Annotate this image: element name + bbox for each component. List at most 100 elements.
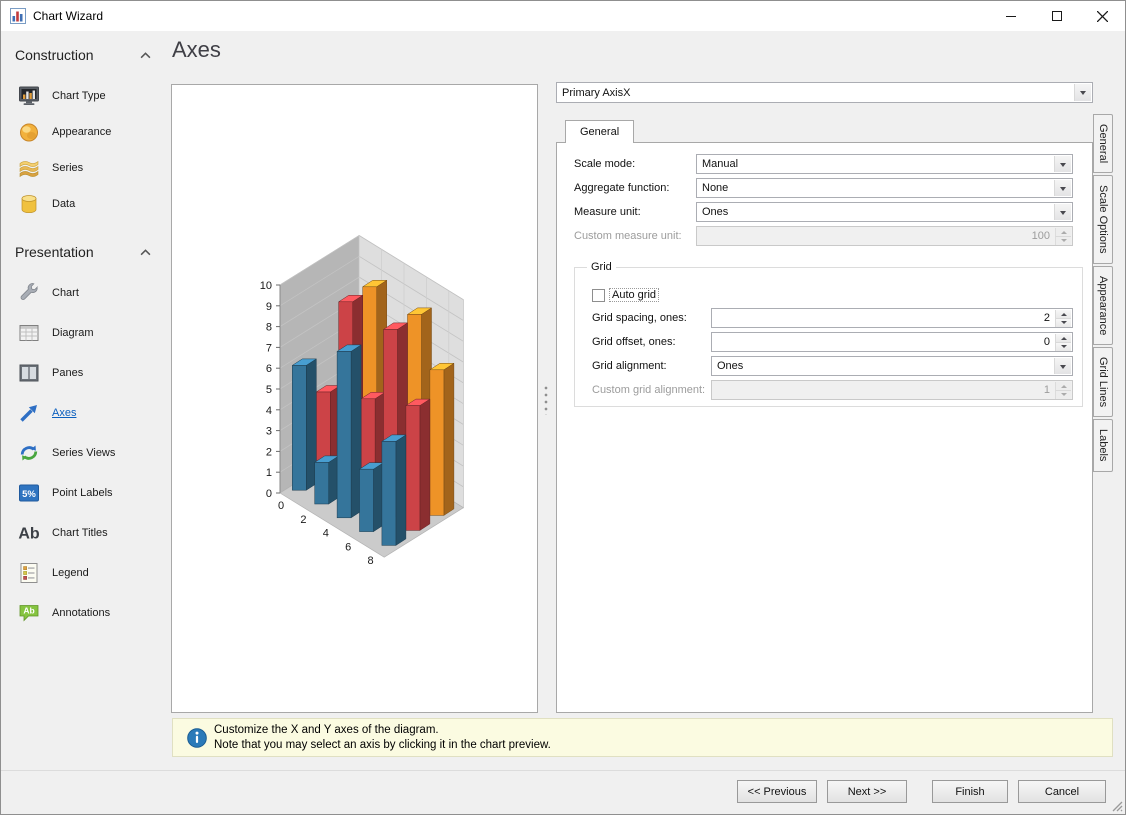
chevron-down-icon[interactable]	[1054, 180, 1071, 196]
chart-type-icon	[19, 86, 39, 105]
sidebar-item-legend[interactable]: Legend	[17, 559, 157, 587]
data-icon	[21, 195, 37, 214]
svg-text:2: 2	[266, 446, 272, 458]
svg-text:8: 8	[266, 322, 272, 334]
sidebar-item-label: Legend	[52, 567, 89, 579]
measure-unit-select[interactable]: Ones	[696, 202, 1073, 222]
measure-unit-label: Measure unit:	[574, 206, 641, 218]
svg-text:Ab: Ab	[23, 606, 34, 616]
sidebar-item-chart-titles[interactable]: Ab Chart Titles	[17, 519, 157, 547]
grid-spacing-value: 2	[1043, 312, 1050, 324]
app-icon	[10, 8, 26, 24]
section-label: Presentation	[15, 244, 94, 260]
auto-grid-checkbox[interactable]	[592, 289, 605, 302]
footer-divider	[1, 770, 1125, 771]
sidebar-item-label: Appearance	[52, 126, 112, 138]
svg-text:8: 8	[368, 555, 374, 567]
vtab-labels[interactable]: Labels	[1093, 419, 1113, 472]
spinner-buttons	[1055, 334, 1071, 351]
chart-preview-svg[interactable]: 0 1 2 3 4 5 6 7 8 9 10 0 2 4 6 8	[172, 85, 537, 712]
svg-text:Ab: Ab	[18, 526, 40, 543]
series-icon	[19, 160, 39, 178]
grid-offset-value: 0	[1043, 336, 1050, 348]
axis-selector-dropdown[interactable]: Primary AxisX	[556, 82, 1093, 103]
minimize-button[interactable]	[988, 1, 1033, 31]
scale-mode-value: Manual	[702, 158, 739, 170]
svg-text:5: 5	[266, 384, 272, 396]
sidebar-item-annotations[interactable]: Ab Annotations	[17, 599, 157, 627]
maximize-button[interactable]	[1034, 1, 1079, 31]
auto-grid-label[interactable]: Auto grid	[609, 288, 660, 302]
sidebar-item-appearance[interactable]: Appearance	[17, 118, 157, 146]
sidebar-section-construction[interactable]: Construction	[15, 45, 151, 65]
spin-up-button	[1055, 382, 1071, 390]
spin-down-button	[1055, 390, 1071, 399]
sidebar-item-data[interactable]: Data	[17, 190, 157, 218]
spin-up-button[interactable]	[1055, 310, 1071, 318]
point-labels-icon: 5%	[19, 484, 39, 502]
sidebar-item-series[interactable]: Series	[17, 154, 157, 182]
aggregate-function-select[interactable]: None	[696, 178, 1073, 198]
sidebar-item-panes[interactable]: Panes	[17, 359, 157, 387]
panel-splitter[interactable]	[543, 385, 549, 415]
svg-text:5%: 5%	[22, 489, 36, 500]
vtab-appearance[interactable]: Appearance	[1093, 265, 1113, 345]
svg-text:6: 6	[266, 363, 272, 375]
chevron-down-icon[interactable]	[1054, 156, 1071, 172]
sidebar-item-diagram[interactable]: Diagram	[17, 319, 157, 347]
svg-text:7: 7	[266, 342, 272, 354]
spin-down-button[interactable]	[1055, 342, 1071, 351]
svg-text:4: 4	[266, 405, 272, 417]
tab-general[interactable]: General	[565, 120, 635, 143]
chevron-up-icon	[140, 51, 151, 58]
spin-up-button[interactable]	[1055, 334, 1071, 342]
grid-alignment-value: Ones	[717, 360, 744, 372]
scale-mode-select[interactable]: Manual	[696, 154, 1073, 174]
section-label: Construction	[15, 47, 94, 63]
sidebar-item-series-views[interactable]: Series Views	[17, 439, 157, 467]
resize-grip[interactable]	[1111, 800, 1123, 812]
aggregate-function-value: None	[702, 182, 729, 194]
sidebar-item-label: Chart	[52, 287, 79, 299]
appearance-icon	[20, 123, 38, 142]
sidebar-item-point-labels[interactable]: 5% Point Labels	[17, 479, 157, 507]
grid-spacing-input[interactable]: 2	[711, 308, 1073, 328]
sidebar-section-presentation[interactable]: Presentation	[15, 242, 151, 262]
close-button[interactable]	[1080, 1, 1125, 31]
spin-up-button	[1055, 228, 1071, 236]
page-title: Axes	[172, 37, 221, 62]
chevron-down-icon[interactable]	[1054, 204, 1071, 220]
svg-text:10: 10	[260, 280, 272, 292]
svg-text:2: 2	[300, 514, 306, 526]
chart-icon	[20, 283, 38, 300]
custom-grid-alignment-input: 1	[711, 380, 1073, 400]
grid-offset-input[interactable]: 0	[711, 332, 1073, 352]
spin-down-button[interactable]	[1055, 318, 1071, 327]
grid-alignment-select[interactable]: Ones	[711, 356, 1073, 376]
chevron-down-icon[interactable]	[1054, 358, 1071, 374]
custom-measure-unit-input: 100	[696, 226, 1073, 246]
close-icon	[1097, 10, 1108, 22]
title-bar[interactable]: Chart Wizard	[1, 1, 1125, 31]
custom-measure-unit-value: 100	[1031, 230, 1050, 242]
chart-preview-panel[interactable]: 0 1 2 3 4 5 6 7 8 9 10 0 2 4 6 8	[171, 84, 538, 713]
vtab-grid-lines[interactable]: Grid Lines	[1093, 346, 1113, 418]
minimize-icon	[1005, 15, 1016, 17]
next-button[interactable]: Next >>	[827, 780, 907, 803]
vertical-tab-strip: General Scale Options Appearance Grid Li…	[1093, 114, 1115, 474]
chart-wizard-window: Chart Wizard Construction Chart Type App…	[0, 0, 1126, 815]
vtab-scale-options[interactable]: Scale Options	[1093, 175, 1113, 264]
sidebar-item-chart[interactable]: Chart	[17, 279, 157, 307]
svg-text:9: 9	[266, 301, 272, 313]
sidebar-item-chart-type[interactable]: Chart Type	[17, 82, 157, 110]
svg-text:3: 3	[266, 426, 272, 438]
cancel-button[interactable]: Cancel	[1018, 780, 1106, 803]
sidebar-item-axes[interactable]: Axes	[17, 399, 157, 427]
chart-titles-icon: Ab	[18, 526, 40, 543]
chevron-down-icon[interactable]	[1074, 84, 1091, 101]
previous-button[interactable]: << Previous	[737, 780, 817, 803]
finish-button[interactable]: Finish	[932, 780, 1008, 803]
sidebar-item-label: Annotations	[52, 607, 111, 619]
svg-text:6: 6	[345, 541, 351, 553]
vtab-general[interactable]: General	[1093, 114, 1113, 174]
